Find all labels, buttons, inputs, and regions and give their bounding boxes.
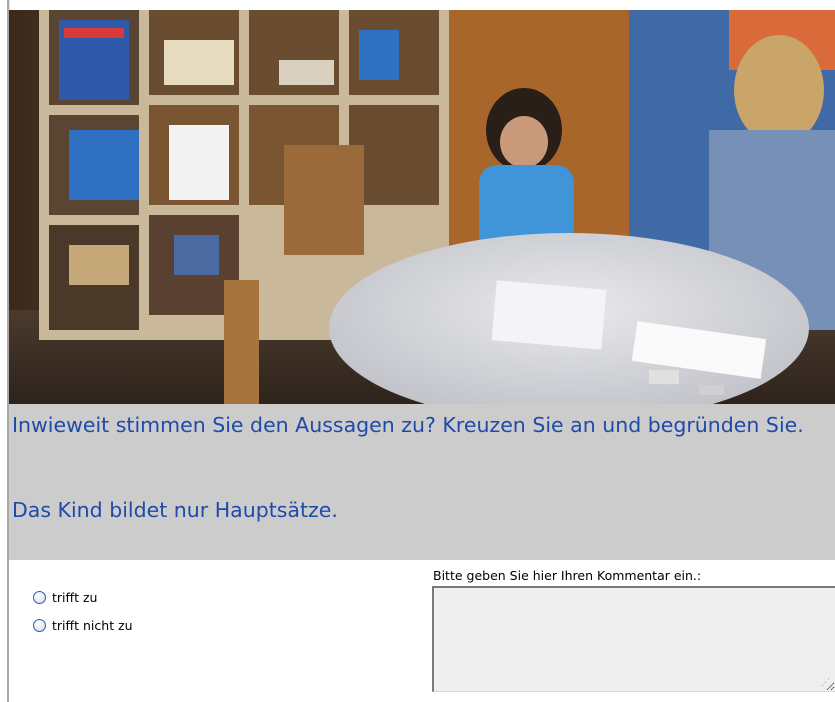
radio-button[interactable] xyxy=(33,591,46,604)
resize-grip-icon[interactable]: ⋰ xyxy=(821,678,831,688)
comment-label: Bitte geben Sie hier Ihren Kommentar ein… xyxy=(433,568,702,583)
question-prompt: Inwieweit stimmen Sie den Aussagen zu? K… xyxy=(12,413,804,437)
radio-button[interactable] xyxy=(33,619,46,632)
question-statement: Das Kind bildet nur Hauptsätze. xyxy=(12,498,338,522)
answer-area: trifft zu trifft nicht zu Bitte geben Si… xyxy=(9,560,835,702)
question-panel: Inwieweit stimmen Sie den Aussagen zu? K… xyxy=(9,404,835,560)
option-label: trifft zu xyxy=(52,590,98,605)
option-trifft-zu[interactable]: trifft zu xyxy=(33,590,97,605)
video-still[interactable] xyxy=(9,10,835,404)
classroom-video-image xyxy=(9,10,835,404)
option-trifft-nicht-zu[interactable]: trifft nicht zu xyxy=(33,618,133,633)
comment-textarea[interactable] xyxy=(432,586,835,692)
option-label: trifft nicht zu xyxy=(52,618,133,633)
